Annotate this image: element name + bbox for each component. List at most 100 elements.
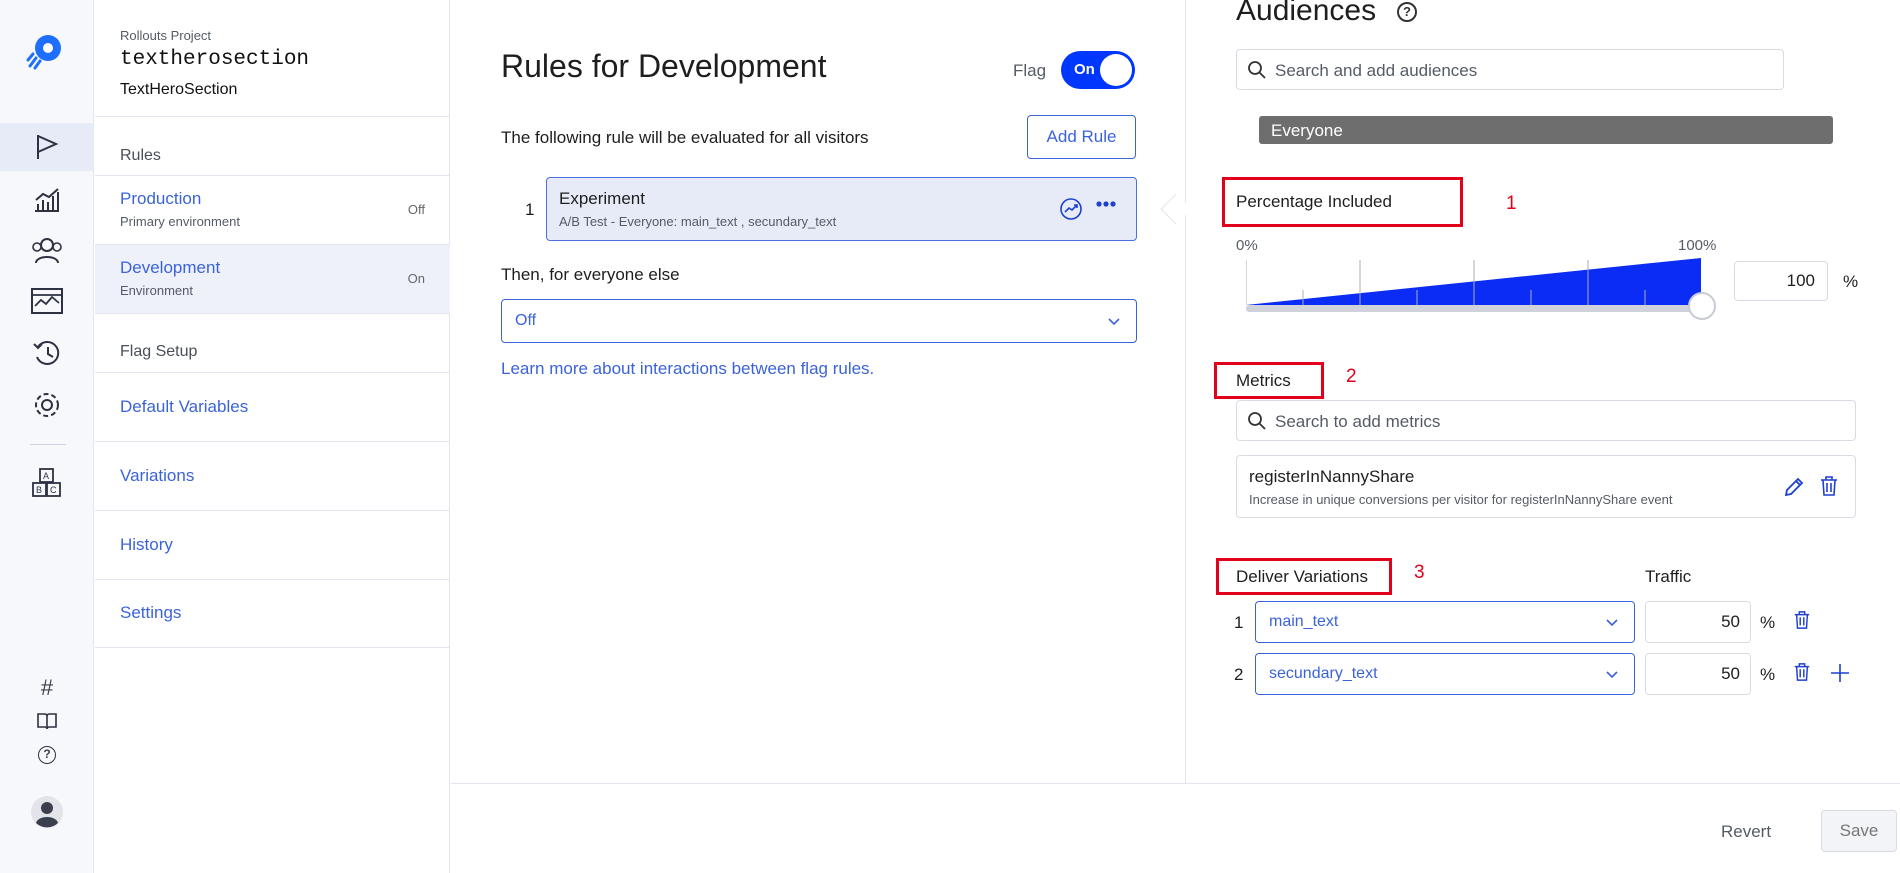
audiences-icon[interactable] — [0, 226, 94, 274]
metric-item: registerInNannyShare Increase in unique … — [1236, 455, 1856, 518]
save-button[interactable]: Save — [1821, 810, 1897, 852]
settings-icon[interactable] — [0, 381, 94, 429]
metric-search-input[interactable]: Search to add metrics — [1236, 400, 1856, 441]
sidebar-item-history[interactable]: History — [120, 535, 173, 555]
env-sub: Environment — [120, 283, 193, 298]
select-value: Off — [515, 312, 537, 329]
search-placeholder: Search and add audiences — [1275, 61, 1478, 80]
metrics-label: Metrics — [1236, 371, 1291, 390]
flag-label: Flag — [1013, 61, 1047, 80]
rule-name: Experiment — [559, 189, 645, 208]
rules-section-title: Rules — [120, 147, 161, 164]
variation-number: 2 — [1234, 665, 1244, 684]
env-name: Production — [120, 189, 202, 208]
project-label: Rollouts Project — [120, 28, 212, 43]
deliver-variations-label: Deliver Variations — [1236, 567, 1368, 586]
chevron-down-icon — [1606, 619, 1618, 627]
annotation-number-3: 3 — [1414, 562, 1425, 583]
project-key: textherosection — [120, 48, 310, 71]
chevron-down-icon — [1108, 318, 1120, 326]
percentage-input[interactable]: 100 — [1734, 261, 1828, 301]
metric-name: registerInNannyShare — [1249, 467, 1415, 486]
traffic-label: Traffic — [1645, 567, 1692, 586]
sidebar-item-default-variables[interactable]: Default Variables — [120, 397, 248, 417]
sidebar-item-development[interactable]: Development Environment On — [95, 245, 450, 313]
slider-track — [1246, 305, 1702, 312]
annotation-number-1: 1 — [1506, 193, 1517, 214]
rule-description: The following rule will be evaluated for… — [501, 128, 869, 147]
help-icon[interactable]: ? — [0, 741, 94, 769]
rule-summary: A/B Test - Everyone: main_text , secunda… — [559, 214, 837, 229]
traffic-input-2[interactable]: 50 — [1645, 653, 1751, 695]
annotation-number-2: 2 — [1346, 366, 1357, 387]
add-variation-plus-icon[interactable] — [1829, 662, 1851, 684]
user-avatar-icon[interactable] — [0, 788, 94, 836]
footer-bar: Revert Save — [451, 783, 1900, 873]
env-state: On — [407, 271, 425, 286]
chip-label: Everyone — [1271, 121, 1343, 140]
variation-name: main_text — [1269, 613, 1339, 630]
variation-select-1[interactable]: main_text — [1255, 601, 1635, 643]
help-icon[interactable]: ? — [1397, 2, 1417, 22]
search-icon — [1248, 412, 1266, 430]
sidebar-divider — [95, 647, 450, 648]
variation-number: 1 — [1234, 613, 1244, 632]
sidebar-divider — [95, 116, 450, 117]
events-icon[interactable] — [0, 277, 94, 325]
add-rule-button[interactable]: Add Rule — [1027, 115, 1136, 159]
svg-text:C: C — [50, 485, 57, 495]
sidebar-item-production[interactable]: Production Primary environment Off — [95, 176, 450, 244]
trash-icon[interactable] — [1793, 661, 1811, 683]
slider-min-label: 0% — [1236, 237, 1258, 254]
variation-name: secundary_text — [1269, 665, 1378, 682]
slider-handle[interactable] — [1688, 292, 1716, 320]
icon-rail: ABC # ? — [0, 0, 94, 873]
flag-setup-title: Flag Setup — [120, 343, 198, 360]
flag-icon[interactable] — [0, 123, 94, 171]
learn-more-link[interactable]: Learn more about interactions between fl… — [501, 359, 874, 379]
sidebar-item-settings[interactable]: Settings — [120, 603, 181, 623]
variation-select-2[interactable]: secundary_text — [1255, 653, 1635, 695]
pencil-icon[interactable] — [1783, 476, 1805, 498]
help-glyph: ? — [38, 746, 56, 764]
sidebar-divider — [95, 313, 450, 314]
history-icon[interactable] — [0, 329, 94, 377]
percent-sign: % — [1760, 665, 1776, 684]
rules-panel: Rules for Development Flag On The follow… — [451, 0, 1186, 783]
project-name: TextHeroSection — [120, 81, 238, 98]
svg-text:B: B — [36, 485, 42, 495]
rule-number: 1 — [525, 200, 535, 219]
audience-chip-everyone[interactable]: Everyone — [1259, 116, 1833, 144]
sidebar-divider — [95, 579, 450, 580]
revert-button[interactable]: Revert — [1721, 822, 1771, 842]
sidebar-item-variations[interactable]: Variations — [120, 466, 194, 486]
rocket-logo-icon[interactable] — [26, 30, 66, 70]
chart-icon[interactable] — [0, 176, 94, 224]
percentage-included-label: Percentage Included — [1236, 192, 1392, 211]
metric-description: Increase in unique conversions per visit… — [1249, 492, 1673, 507]
audiences-title: Audiences — [1236, 0, 1377, 27]
flag-toggle[interactable]: On — [1061, 51, 1135, 89]
abc-blocks-icon[interactable]: ABC — [0, 459, 94, 507]
results-trend-icon[interactable] — [1059, 197, 1083, 221]
sidebar-divider — [95, 372, 450, 373]
hash-icon[interactable]: # — [0, 674, 94, 702]
env-name: Development — [120, 258, 221, 277]
sidebar-divider — [95, 510, 450, 511]
trash-icon[interactable] — [1819, 475, 1839, 497]
more-options-icon[interactable] — [1095, 192, 1117, 216]
percent-sign: % — [1843, 272, 1859, 291]
env-state: Off — [407, 202, 425, 217]
percent-sign: % — [1760, 613, 1776, 632]
percentage-slider[interactable] — [1246, 255, 1716, 325]
rule-detail-panel: Audiences ? Search and add audiences Eve… — [1186, 0, 1900, 783]
audience-search-input[interactable]: Search and add audiences — [1236, 49, 1784, 90]
experiment-rule-card[interactable]: Experiment A/B Test - Everyone: main_tex… — [546, 177, 1137, 241]
traffic-input-1[interactable]: 50 — [1645, 601, 1751, 643]
trash-icon[interactable] — [1793, 609, 1811, 631]
everyone-else-select[interactable]: Off — [501, 299, 1137, 343]
svg-text:A: A — [43, 471, 49, 481]
sidebar-divider — [95, 441, 450, 442]
book-icon[interactable] — [0, 707, 94, 735]
page-title: Rules for Development — [501, 48, 827, 84]
